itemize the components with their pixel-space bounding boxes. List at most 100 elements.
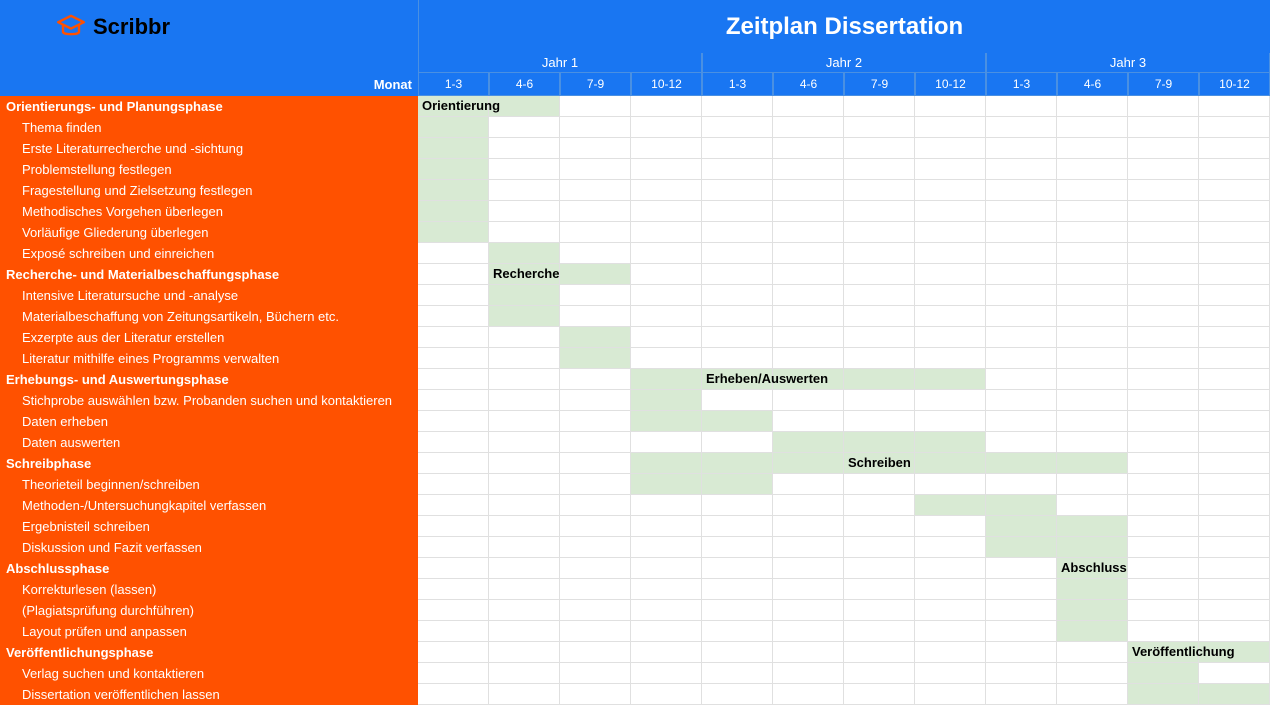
gantt-cell — [489, 201, 560, 222]
gantt-cell: Recherche — [489, 264, 560, 285]
phase-bar-label: Recherche — [493, 266, 559, 281]
gantt-cell — [986, 516, 1057, 537]
gantt-cell — [844, 348, 915, 369]
gantt-cell — [1199, 264, 1270, 285]
gantt-cell — [986, 411, 1057, 432]
gantt-cell — [418, 306, 489, 327]
gantt-cell — [702, 663, 773, 684]
gantt-cell — [915, 390, 986, 411]
page-title: Zeitplan Dissertation — [418, 0, 1270, 53]
gantt-cell — [1128, 621, 1199, 642]
gantt-cell — [1128, 138, 1199, 159]
task-row: Ergebnisteil schreiben — [0, 516, 1270, 537]
brand-logo: Scribbr — [55, 11, 170, 43]
gantt-cell — [986, 159, 1057, 180]
gantt-cell — [560, 537, 631, 558]
gantt-cell — [560, 222, 631, 243]
gantt-cell — [844, 369, 915, 390]
gantt-cell — [702, 138, 773, 159]
month-header-cell: 7-9 — [844, 73, 915, 96]
task-row: Stichprobe auswählen bzw. Probanden such… — [0, 390, 1270, 411]
phase-row: Erhebungs- und AuswertungsphaseErheben/A… — [0, 369, 1270, 390]
gantt-cell — [915, 516, 986, 537]
gantt-cell — [1128, 117, 1199, 138]
gantt-cell — [1199, 222, 1270, 243]
task-label: Stichprobe auswählen bzw. Probanden such… — [0, 390, 418, 411]
gantt-cell — [489, 453, 560, 474]
gantt-cell — [1128, 600, 1199, 621]
gantt-cell — [844, 495, 915, 516]
task-row: Dissertation veröffentlichen lassen — [0, 684, 1270, 705]
gantt-cell — [702, 621, 773, 642]
gantt-cell — [1199, 327, 1270, 348]
gantt-cell — [915, 138, 986, 159]
gantt-cell — [986, 663, 1057, 684]
gantt-cell — [418, 663, 489, 684]
gantt-cell — [489, 348, 560, 369]
gantt-cell — [986, 390, 1057, 411]
gantt-cell — [1057, 579, 1128, 600]
gantt-cell — [702, 537, 773, 558]
gantt-cell — [418, 453, 489, 474]
gantt-cell — [1128, 327, 1199, 348]
gantt-cell — [1057, 621, 1128, 642]
gantt-cell — [631, 264, 702, 285]
gantt-cell — [1057, 96, 1128, 117]
gantt-cell — [773, 159, 844, 180]
gantt-cell — [418, 642, 489, 663]
gantt-cell — [631, 621, 702, 642]
timeline — [418, 159, 1270, 180]
gantt-cell — [489, 117, 560, 138]
gantt-cell — [986, 537, 1057, 558]
year-header: Jahr 1Jahr 2Jahr 3 — [0, 53, 1270, 73]
gantt-cell — [1128, 180, 1199, 201]
task-row: Verlag suchen und kontaktieren — [0, 663, 1270, 684]
gantt-cell — [631, 474, 702, 495]
gantt-cell — [1199, 159, 1270, 180]
gantt-cell — [1057, 684, 1128, 705]
task-label: Exposé schreiben und einreichen — [0, 243, 418, 264]
gantt-cell — [773, 684, 844, 705]
gantt-cell — [1199, 390, 1270, 411]
phase-label: Schreibphase — [0, 453, 418, 474]
gantt-cell — [915, 222, 986, 243]
gantt-cell — [418, 138, 489, 159]
month-header-cell: 1-3 — [986, 73, 1057, 96]
gantt-cell — [1199, 474, 1270, 495]
gantt-cell — [702, 159, 773, 180]
task-label: Daten erheben — [0, 411, 418, 432]
gantt-cell — [560, 96, 631, 117]
gantt-cell — [489, 558, 560, 579]
gantt-cell — [702, 411, 773, 432]
gantt-cell — [631, 243, 702, 264]
gantt-cell — [986, 180, 1057, 201]
timeline — [418, 138, 1270, 159]
gantt-cell — [560, 180, 631, 201]
gantt-cell — [844, 516, 915, 537]
task-label: Problemstellung festlegen — [0, 159, 418, 180]
gantt-cell — [773, 516, 844, 537]
gantt-cell: Erheben/Auswerten — [702, 369, 773, 390]
gantt-cell — [702, 348, 773, 369]
gantt-cell — [915, 558, 986, 579]
gantt-cell — [844, 201, 915, 222]
timeline: Recherche — [418, 264, 1270, 285]
gantt-cell — [418, 180, 489, 201]
gantt-cell — [986, 453, 1057, 474]
month-header-cell: 4-6 — [773, 73, 844, 96]
gantt-cell — [631, 390, 702, 411]
gantt-cell — [631, 285, 702, 306]
year-header-cell: Jahr 2 — [702, 53, 986, 73]
gantt-cell — [631, 369, 702, 390]
gantt-cell — [986, 222, 1057, 243]
gantt-cell — [1057, 369, 1128, 390]
gantt-cell — [418, 327, 489, 348]
gantt-cell — [844, 159, 915, 180]
gantt-cell — [702, 642, 773, 663]
gantt-cell — [418, 390, 489, 411]
gantt-cell — [702, 390, 773, 411]
gantt-cell — [915, 201, 986, 222]
phase-row: AbschlussphaseAbschluss — [0, 558, 1270, 579]
gantt-cell — [489, 159, 560, 180]
gantt-cell — [1199, 684, 1270, 705]
